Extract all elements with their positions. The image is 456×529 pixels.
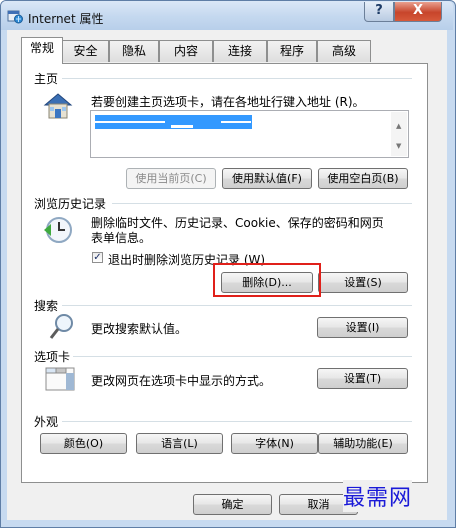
home-page-address-selection <box>95 115 252 129</box>
languages-button[interactable]: 语言(L) <box>136 433 223 454</box>
history-clock-icon <box>42 214 74 246</box>
fonts-button[interactable]: 字体(N) <box>231 433 318 454</box>
home-description: 若要创建主页选项卡，请在各地址行键入地址 (R)。 <box>91 95 365 109</box>
magnifier-icon <box>48 312 76 342</box>
use-current-button[interactable]: 使用当前页(C) <box>126 168 216 189</box>
delete-on-exit-checkbox[interactable]: ✓ <box>92 252 103 263</box>
scroll-down-icon[interactable]: ▼ <box>396 142 401 150</box>
history-settings-button[interactable]: 设置(S) <box>318 272 408 293</box>
tab-privacy[interactable]: 隐私 <box>109 40 159 62</box>
help-button[interactable]: ? <box>364 2 394 22</box>
tab-general[interactable]: 常规 <box>21 37 63 64</box>
group-label-history: 浏览历史记录 <box>34 195 110 212</box>
site-watermark: 最需网 <box>343 480 413 512</box>
tab-content[interactable]: 内容 <box>159 40 213 62</box>
divider <box>70 356 412 357</box>
divider <box>62 421 412 422</box>
tabs-settings-button[interactable]: 设置(T) <box>317 368 408 389</box>
highlight-box <box>213 263 321 297</box>
divider <box>62 78 412 79</box>
search-description: 更改搜索默认值。 <box>91 322 188 336</box>
divider <box>62 305 412 306</box>
use-default-button[interactable]: 使用默认值(F) <box>222 168 312 189</box>
use-blank-button[interactable]: 使用空白页(B) <box>318 168 408 189</box>
accessibility-button[interactable]: 辅助功能(E) <box>318 433 408 454</box>
home-page-address-input[interactable]: ▲ ▼ <box>90 110 409 158</box>
history-description-line2: 表单信息。 <box>91 231 152 245</box>
tab-security[interactable]: 安全 <box>62 40 109 62</box>
tabs-window-icon <box>44 364 76 392</box>
close-button[interactable]: X <box>394 2 442 22</box>
window-title: Internet 属性 <box>28 12 104 26</box>
divider <box>112 203 412 204</box>
group-label-home: 主页 <box>34 70 62 87</box>
group-label-appearance: 外观 <box>34 413 62 430</box>
ok-button[interactable]: 确定 <box>193 494 272 515</box>
tab-connections[interactable]: 连接 <box>213 40 267 62</box>
tabs-description: 更改网页在选项卡中显示的方式。 <box>91 374 272 388</box>
address-scrollbar[interactable]: ▲ ▼ <box>391 112 407 156</box>
internet-options-icon <box>7 8 23 24</box>
search-settings-button[interactable]: 设置(I) <box>317 317 408 338</box>
scroll-up-icon[interactable]: ▲ <box>396 122 401 130</box>
group-label-tabs: 选项卡 <box>34 348 74 365</box>
colors-button[interactable]: 颜色(O) <box>40 433 127 454</box>
tab-advanced[interactable]: 高级 <box>317 40 371 62</box>
tab-programs[interactable]: 程序 <box>267 40 317 62</box>
title-bar[interactable]: Internet 属性 ? X <box>1 1 453 30</box>
home-icon <box>42 90 73 120</box>
